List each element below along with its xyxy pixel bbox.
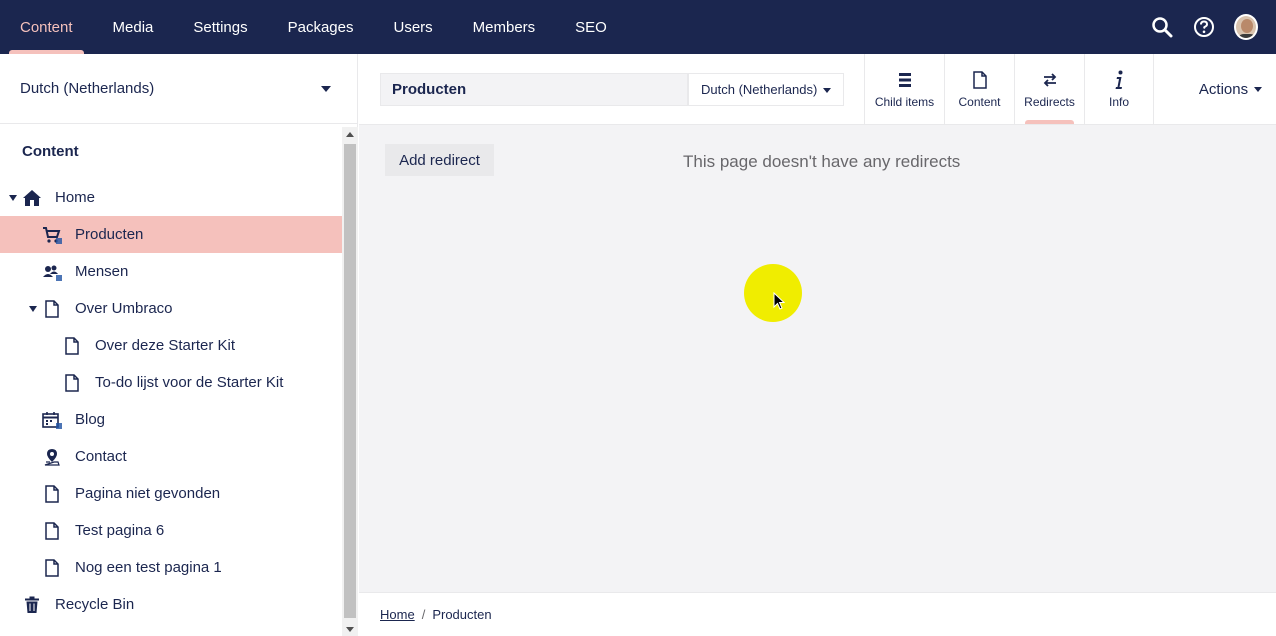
document-icon: [62, 373, 82, 393]
breadcrumb-current: Producten: [432, 607, 492, 622]
calendar-icon: [42, 410, 62, 430]
tree-item-label: Over deze Starter Kit: [95, 337, 236, 354]
tree-item-home[interactable]: Home: [0, 179, 342, 216]
tree-item-nog-een-test-pagina-1[interactable]: Nog een test pagina 1: [0, 549, 342, 586]
tree-item-pagina-niet-gevonden[interactable]: Pagina niet gevonden: [0, 475, 342, 512]
content-tree: Home Producten Mensen Over Umbraco Over …: [0, 179, 342, 623]
tree-item-label: To-do lijst voor de Starter Kit: [95, 374, 284, 391]
editor-header: Producten Dutch (Netherlands) Child item…: [359, 54, 1276, 125]
scroll-down-arrow-icon[interactable]: [346, 627, 354, 632]
section-content[interactable]: Content: [0, 0, 93, 54]
app-redirects[interactable]: Redirects: [1014, 54, 1084, 124]
arrows-swap-icon: [1042, 69, 1058, 91]
app-label: Child items: [874, 95, 935, 109]
caret-down-icon: [823, 88, 831, 93]
tree-item-label: Over Umbraco: [75, 300, 173, 317]
tree-header: Content: [22, 143, 79, 160]
section-members[interactable]: Members: [453, 0, 556, 54]
caret-down-icon: [1254, 86, 1263, 92]
tree-item-blog[interactable]: Blog: [0, 401, 342, 438]
sidebar-scrollbar[interactable]: [342, 127, 358, 636]
add-redirect-button[interactable]: Add redirect: [385, 144, 494, 176]
tree-item-test-pagina-6[interactable]: Test pagina 6: [0, 512, 342, 549]
app-label: Info: [1108, 95, 1129, 109]
content-tree-sidebar: Dutch (Netherlands) Content Home Product…: [0, 54, 358, 636]
search-icon[interactable]: [1150, 15, 1174, 39]
actions-label: Actions: [1198, 80, 1249, 98]
app-info[interactable]: Info: [1084, 54, 1154, 124]
content-name-field[interactable]: Producten: [380, 73, 688, 106]
redirects-panel: Add redirect This page doesn't have any …: [359, 125, 1276, 592]
document-icon: [42, 484, 62, 504]
document-icon: [972, 69, 987, 91]
tree-item-mensen[interactable]: Mensen: [0, 253, 342, 290]
language-label: Dutch (Netherlands): [20, 80, 155, 97]
home-icon: [22, 188, 42, 208]
scroll-up-arrow-icon[interactable]: [346, 132, 354, 137]
empty-state-message: This page doesn't have any redirects: [683, 152, 961, 171]
tree-item-label: Pagina niet gevonden: [75, 485, 221, 502]
section-tabs: Content Media Settings Packages Users Me…: [0, 0, 627, 54]
caret-down-icon: [321, 85, 331, 92]
info-icon: [1114, 69, 1124, 91]
app-content[interactable]: Content: [944, 54, 1014, 124]
tree-item-label: Test pagina 6: [75, 522, 165, 539]
actions-button[interactable]: Actions: [1185, 54, 1276, 124]
caret-down-icon[interactable]: [29, 306, 37, 312]
help-icon[interactable]: [1192, 15, 1216, 39]
scrollbar-thumb[interactable]: [344, 144, 356, 618]
section-packages[interactable]: Packages: [268, 0, 374, 54]
tree-item-label: Blog: [75, 411, 106, 428]
document-icon: [42, 299, 62, 319]
variant-label: Dutch (Netherlands): [701, 82, 818, 97]
tree-item-label: Producten: [75, 226, 144, 243]
document-icon: [42, 521, 62, 541]
section-settings[interactable]: Settings: [173, 0, 267, 54]
document-icon: [42, 558, 62, 578]
section-seo[interactable]: SEO: [555, 0, 627, 54]
tree-item-recycle-bin[interactable]: Recycle Bin: [0, 586, 342, 623]
breadcrumb-home-link[interactable]: Home: [380, 607, 415, 622]
caret-down-icon[interactable]: [9, 195, 17, 201]
tree-item-over-deze-starter-kit[interactable]: Over deze Starter Kit: [0, 327, 342, 364]
top-navigation: Content Media Settings Packages Users Me…: [0, 0, 1276, 54]
app-label: Redirects: [1024, 95, 1075, 109]
section-users[interactable]: Users: [373, 0, 452, 54]
tree-item-label: Mensen: [75, 263, 129, 280]
mouse-pointer-icon: [773, 291, 787, 316]
tree-item-label: Nog een test pagina 1: [75, 559, 222, 576]
app-child-items[interactable]: Child items: [864, 54, 944, 124]
breadcrumb-separator: /: [421, 607, 426, 622]
cart-icon: [42, 225, 62, 245]
content-apps: Child items Content Redirects Info: [864, 54, 1154, 124]
tree-item-todo-lijst[interactable]: To-do lijst voor de Starter Kit: [0, 364, 342, 401]
variant-selector[interactable]: Dutch (Netherlands): [688, 73, 844, 106]
section-media[interactable]: Media: [93, 0, 174, 54]
language-selector[interactable]: Dutch (Netherlands): [0, 54, 357, 124]
avatar: [1234, 14, 1258, 40]
app-label: Content: [958, 95, 1001, 109]
tree-item-producten[interactable]: Producten: [0, 216, 342, 253]
breadcrumb: Home / Producten: [359, 592, 1276, 636]
people-icon: [42, 262, 62, 282]
tree-item-label: Home: [55, 189, 96, 206]
tree-item-contact[interactable]: Contact: [0, 438, 342, 475]
tree-item-label: Recycle Bin: [55, 596, 135, 613]
document-icon: [62, 336, 82, 356]
list-icon: [898, 69, 912, 91]
tree-item-over-umbraco[interactable]: Over Umbraco: [0, 290, 342, 327]
tree-item-label: Contact: [75, 448, 127, 465]
map-pin-icon: [42, 447, 62, 467]
trash-icon: [22, 595, 42, 615]
user-avatar[interactable]: [1234, 14, 1258, 40]
header-tools: [1150, 0, 1258, 54]
